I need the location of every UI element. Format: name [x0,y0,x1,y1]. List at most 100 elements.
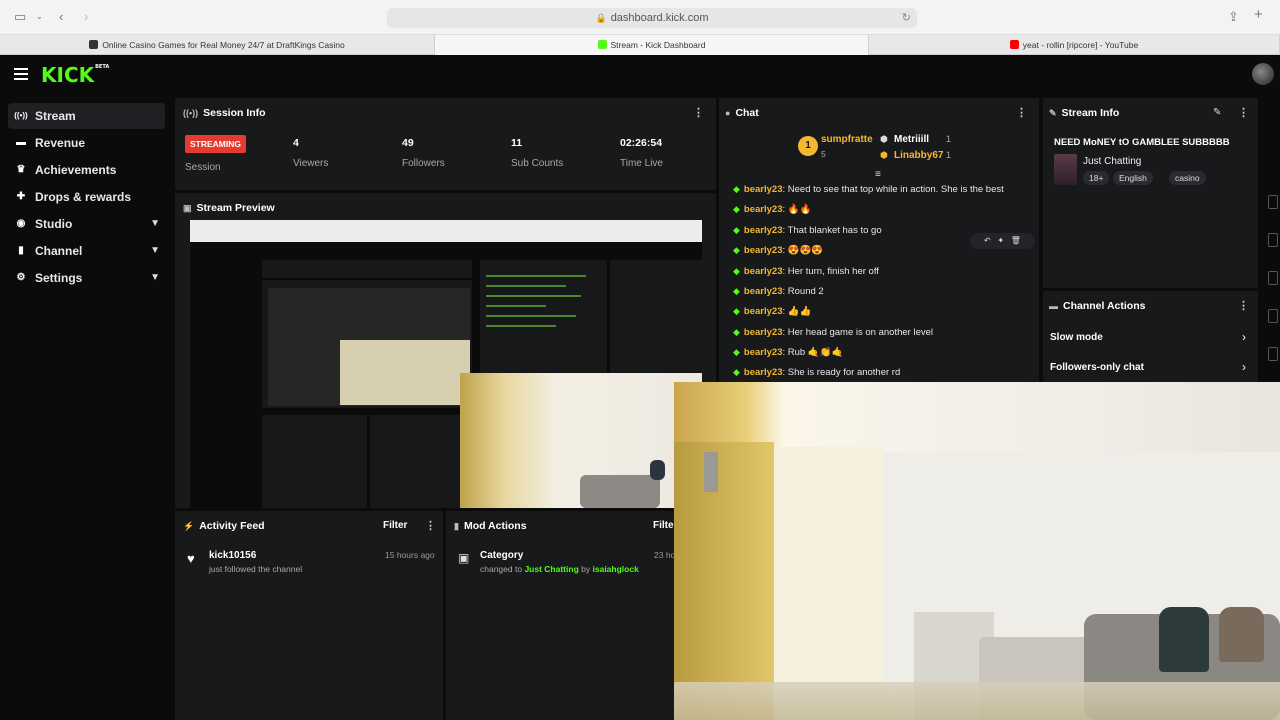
sub-badge-icon: ◆ [733,204,740,214]
sidebar-item-channel[interactable]: ▮ Channel ▼ [8,238,165,264]
more-options-icon[interactable]: ⋮ [1238,106,1249,119]
reload-icon[interactable]: ↻ [902,8,911,28]
panel-title: Session Info [203,107,266,119]
chat-message[interactable]: ◆ bearly23: 😍😍😍 [733,245,823,256]
panel-title: Channel Actions [1063,300,1146,312]
sidebar-item-label: Drops & rewards [35,190,132,204]
more-options-icon[interactable]: ⋮ [693,106,704,119]
rail-icon[interactable] [1268,271,1278,285]
edit-icon[interactable]: ✎ [1213,107,1221,118]
sidebar-item-label: Settings [35,271,83,285]
browser-tab[interactable]: Online Casino Games for Real Money 24/7 … [0,35,435,55]
chat-message[interactable]: ◆ bearly23: 🔥🔥 [733,204,811,215]
chevron-right-icon[interactable]: › [1242,360,1246,374]
moderator-link[interactable]: isaiahglock [593,564,639,574]
chat-message[interactable]: ◆ bearly23: Need to see that top while in… [733,184,1004,195]
sub-badge-icon: ◆ [733,347,740,357]
cam-person [1159,607,1209,672]
tab-label: Online Casino Games for Real Money 24/7 … [102,40,345,50]
browser-tab[interactable]: yeat - rollin [ripcore] - YouTube [869,35,1280,55]
chat-message[interactable]: ◆ bearly23: 👍👍 [733,306,811,317]
filter-button[interactable]: Filte [653,520,674,531]
reply-icon[interactable]: ↶ [984,236,991,245]
slow-mode-item[interactable]: Slow mode [1050,332,1103,343]
feed-username[interactable]: kick10156 [209,550,256,561]
sidebar: ((•)) Stream ▬ Revenue ♛ Achievements ✚ … [0,95,175,720]
subs-value: 11 [511,137,523,149]
chat-message[interactable]: ◆ bearly23: That blanket has to go [733,225,882,236]
new-tab-icon[interactable]: + [1254,6,1263,23]
rail-icon[interactable] [1268,347,1278,361]
preview-nested-cam [340,340,470,405]
status-badge: STREAMING [185,135,246,153]
sub-badge-icon: ◆ [733,367,740,377]
top-gifter-name[interactable]: sumpfratte [821,134,873,145]
chevron-down-icon[interactable]: ⌄ [36,12,43,21]
more-options-icon[interactable]: ⋮ [1238,299,1249,312]
cam-panel [704,452,718,492]
sidebar-item-studio[interactable]: ◉ Studio ▼ [8,211,165,237]
panel-title: Mod Actions [463,520,527,532]
more-options-icon[interactable]: ⋮ [425,519,436,532]
sidebar-item-label: Stream [35,109,76,123]
panel-title: Stream Preview [196,202,275,214]
sidebar-item-drops[interactable]: ✚ Drops & rewards [8,184,165,210]
rail-icon[interactable] [1268,309,1278,323]
browser-tab-active[interactable]: Stream - Kick Dashboard [435,35,869,55]
chat-message[interactable]: ◆ bearly23: Rub 🤙👏🤙 [733,347,843,358]
gifter-name[interactable]: Metriiill [894,134,929,145]
sidebar-toggle-icon[interactable]: ▭ [14,9,26,25]
stream-preview-video[interactable] [190,220,702,508]
chat-message[interactable]: ◆ bearly23: Her turn, finish her off [733,266,879,277]
message-actions: ↶ ✦ 🗑 [970,233,1035,249]
sidebar-item-stream[interactable]: ((•)) Stream [8,103,165,129]
gifter-rank-icon: ⬢ [880,150,888,160]
feed-description: just followed the channel [209,564,303,574]
channel-actions-panel: ▬ Channel Actions ⋮ Slow mode › Followers… [1043,291,1258,383]
category-name[interactable]: Just Chatting [1083,156,1141,167]
pin-icon[interactable]: ✦ [997,236,1004,245]
chevron-down-icon: ▼ [150,272,160,283]
panel-title: Activity Feed [199,520,265,532]
kick-favicon-icon [597,40,607,49]
avatar[interactable] [1252,63,1274,85]
sidebar-item-achievements[interactable]: ♛ Achievements [8,157,165,183]
preview-mod-actions [370,415,460,508]
chat-message[interactable]: ◆ bearly23: She is ready for another rd [733,367,900,378]
menu-icon[interactable] [14,68,28,80]
chevron-right-icon[interactable]: › [1242,330,1246,344]
filter-button[interactable]: Filter [383,520,407,531]
share-icon[interactable]: ⇪ [1228,9,1239,25]
back-icon[interactable]: ‹ [59,9,63,24]
address-bar[interactable]: 🔒 dashboard.kick.com ↻ [387,8,917,28]
preview-activity-feed [262,415,367,508]
broadcast-icon: ((•)) [14,111,28,120]
cam-doorway [674,442,774,720]
delete-icon[interactable]: 🗑 [1011,236,1021,245]
time-live-label: Time Live [620,158,663,169]
chat-panel: ● Chat ⋮ 1 sumpfratte 5 ⬢ Metriiill 1 ⬢ L… [719,98,1039,383]
forward-icon[interactable]: › [84,9,88,24]
sidebar-item-label: Studio [35,217,73,231]
pinned-divider-icon[interactable]: ≡ [875,169,881,180]
gear-icon: ⚙ [16,272,26,283]
followers-only-item[interactable]: Followers-only chat [1050,362,1144,373]
session-info-panel: ((•)) Session Info ⋮ STREAMING Session 4 … [175,98,716,190]
sidebar-item-revenue[interactable]: ▬ Revenue [8,130,165,156]
chat-message[interactable]: ◆ bearly23: Round 2 [733,286,824,297]
category-link[interactable]: Just Chatting [524,564,578,574]
panel-title: Stream Info [1061,107,1120,119]
sidebar-item-settings[interactable]: ⚙ Settings ▼ [8,265,165,291]
stream-title: NEED MoNEY tO GAMBLEE SUBBBBB [1054,137,1230,148]
trophy-icon: ♛ [16,164,26,175]
shield-icon: ▬ [1049,301,1058,311]
rail-icon[interactable] [1268,195,1278,209]
more-options-icon[interactable]: ⋮ [1016,106,1027,119]
sub-badge-icon: ◆ [733,327,740,337]
chat-message[interactable]: ◆ bearly23: Her head game is on another l… [733,327,933,338]
kick-logo[interactable]: KICKBETA [41,63,109,87]
rail-icon[interactable] [1268,233,1278,247]
tag-casino: casino [1169,171,1206,185]
gifter-name[interactable]: Linabby67 [894,150,943,161]
heart-icon: ♥ [187,551,195,566]
